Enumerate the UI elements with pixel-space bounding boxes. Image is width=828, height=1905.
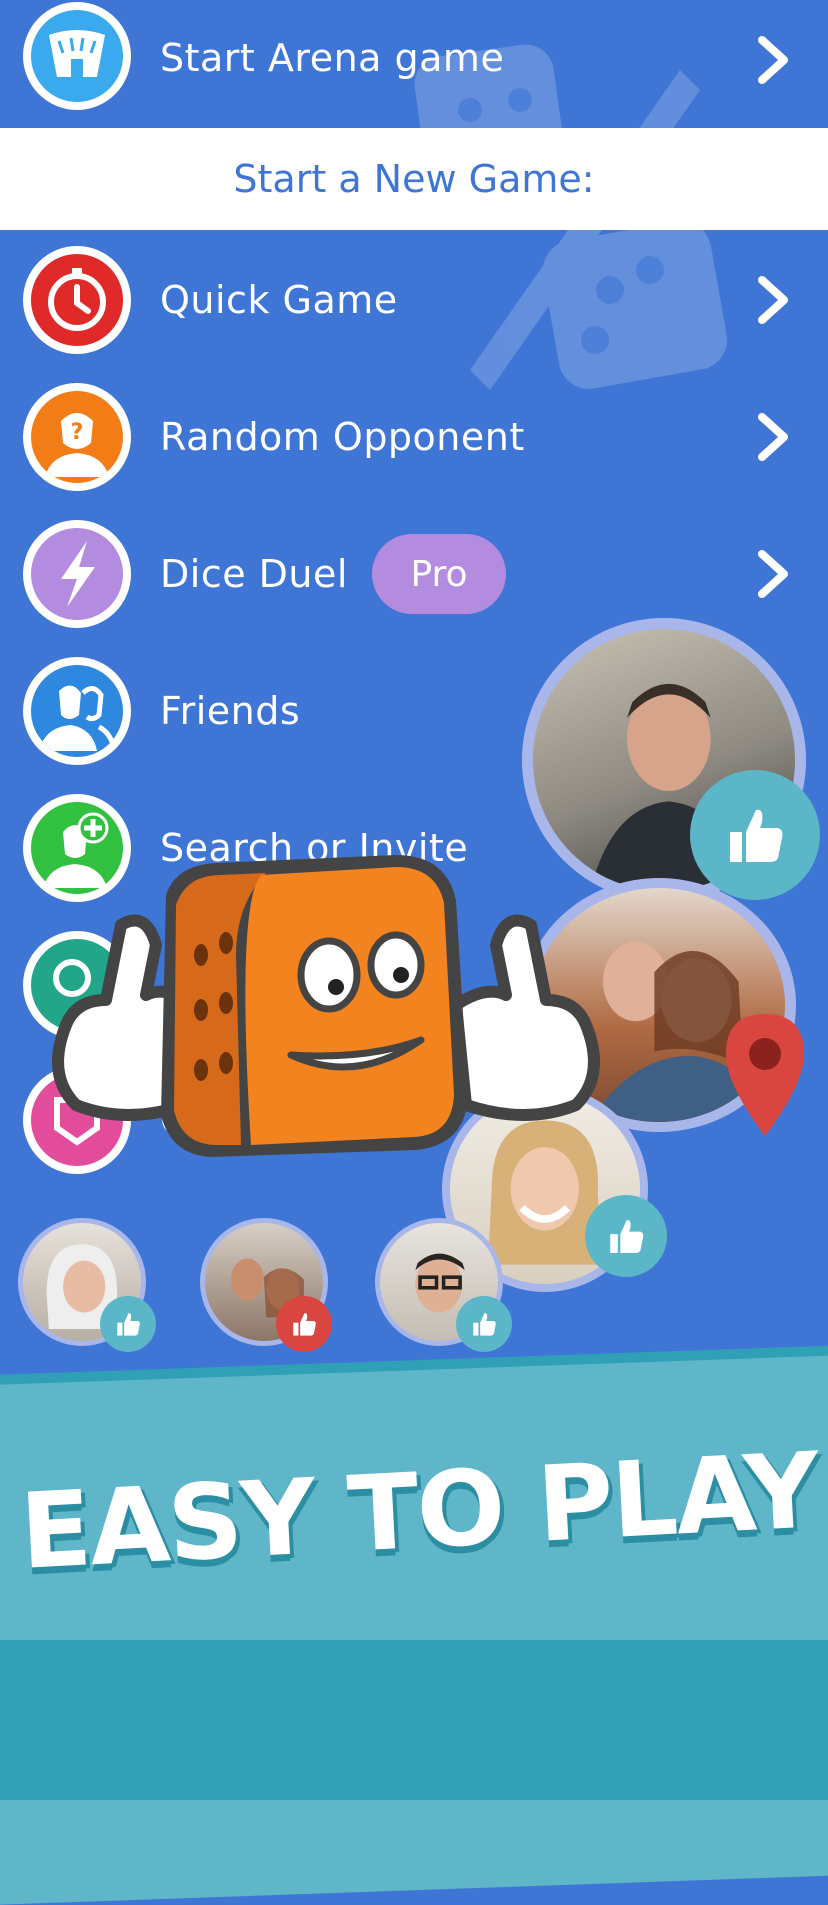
- chevron-right-icon: [756, 36, 790, 84]
- stopwatch-icon: [31, 254, 123, 346]
- unknown-person-icon: ?: [31, 391, 123, 483]
- menu-item-quick-game[interactable]: Quick Game: [0, 240, 828, 360]
- svg-text:?: ?: [71, 420, 84, 445]
- menu-item-label: Quick Game: [160, 278, 398, 322]
- friends-icon-frame: [23, 657, 131, 765]
- chevron-right-icon: [756, 276, 790, 324]
- right-thumbs-up-hand: [450, 914, 600, 1121]
- pro-badge-label: Pro: [410, 553, 468, 595]
- menu-item-random-opponent[interactable]: ? Random Opponent: [0, 377, 828, 497]
- lightning-icon: [31, 528, 123, 620]
- friends-icon: [31, 665, 123, 757]
- quick-game-icon-frame: [23, 246, 131, 354]
- new-game-header-text: Start a New Game:: [233, 157, 595, 201]
- chevron-right-icon: [756, 413, 790, 461]
- thumbs-up-icon: [690, 770, 820, 900]
- menu-item-label: Dice Duel: [160, 552, 348, 596]
- chevron-right-icon: [756, 550, 790, 598]
- arena-icon-frame: [23, 2, 131, 110]
- pro-badge: Pro: [372, 534, 506, 614]
- start-arena-label: Start Arena game: [160, 36, 505, 80]
- location-pin-icon: [722, 1010, 808, 1140]
- arena-icon: [31, 10, 123, 102]
- thumbs-up-icon: [585, 1195, 667, 1277]
- start-arena-row[interactable]: Start Arena game: [0, 0, 828, 120]
- thumbs-up-icon: [456, 1296, 512, 1352]
- new-game-header: Start a New Game:: [0, 128, 828, 230]
- menu-item-dice-duel[interactable]: Dice Duel Pro: [0, 514, 828, 634]
- thumbs-down-icon: [276, 1296, 332, 1352]
- banner-bottom-band: [0, 1640, 828, 1800]
- menu-item-label: Random Opponent: [160, 415, 525, 459]
- menu-item-label: Friends: [160, 689, 301, 733]
- dice-duel-icon-frame: [23, 520, 131, 628]
- thumbs-up-icon: [100, 1296, 156, 1352]
- dice-mascot-icon: [52, 855, 600, 1157]
- random-opponent-icon-frame: ?: [23, 383, 131, 491]
